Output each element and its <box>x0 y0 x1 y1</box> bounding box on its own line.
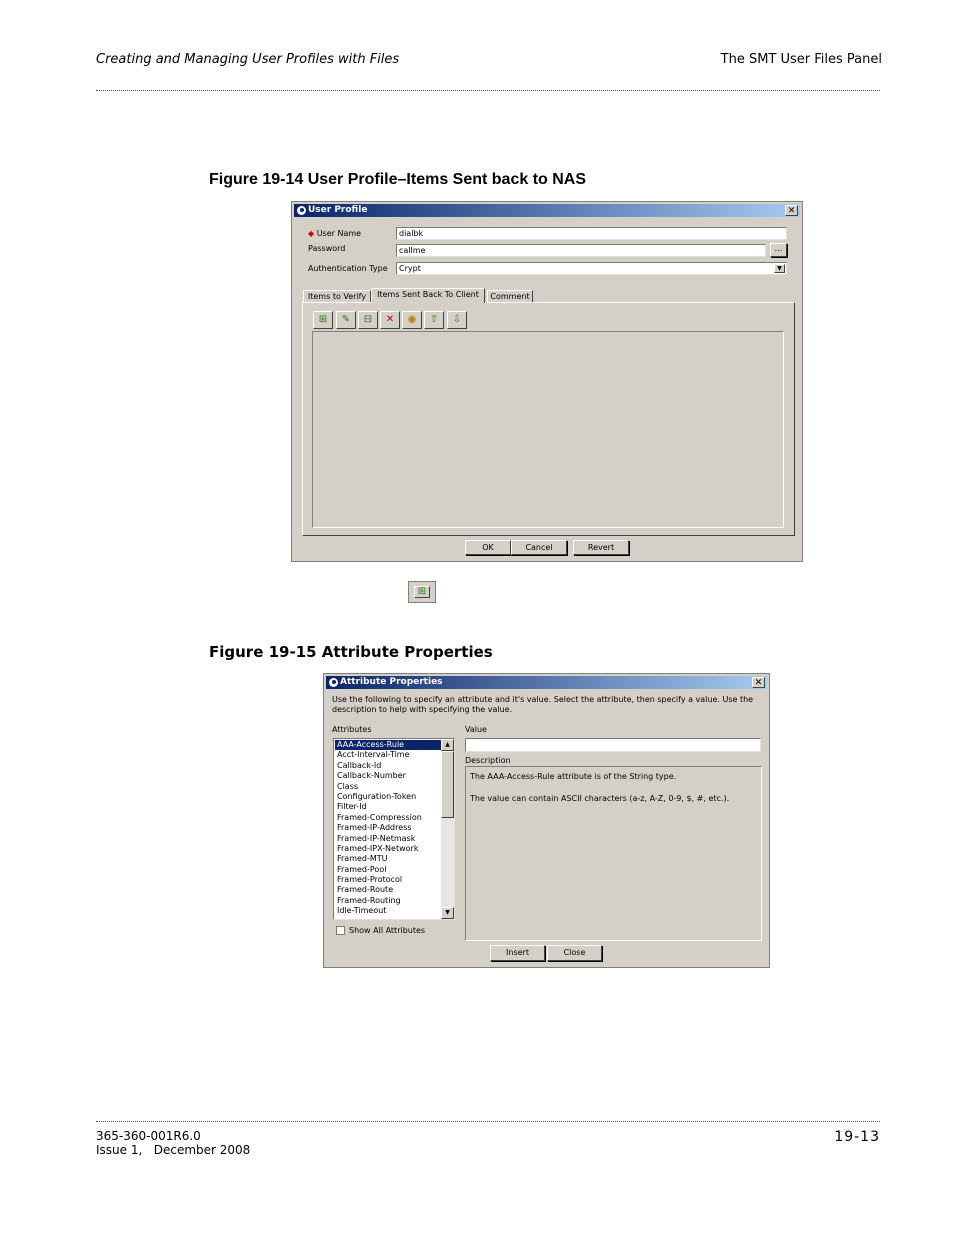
password-browse-button[interactable]: ... <box>770 243 787 257</box>
dialog-titlebar: User Profile ✕ <box>294 204 800 217</box>
move-up-icon[interactable]: ⇧ <box>424 311 444 329</box>
figure-caption: Figure 19-15 Attribute Properties <box>209 643 493 661</box>
required-icon: ◆ <box>308 229 315 238</box>
list-item[interactable]: Callback-Id <box>335 761 441 771</box>
properties-icon[interactable]: ◉ <box>402 311 422 329</box>
header-divider <box>96 90 880 91</box>
list-item[interactable]: Configuration-Token <box>335 792 441 802</box>
list-item[interactable]: Framed-Compression <box>335 813 441 823</box>
running-header-right: The SMT User Files Panel <box>720 52 882 67</box>
password-label: Password <box>308 244 346 253</box>
scroll-up-icon[interactable]: ▲ <box>441 739 454 751</box>
attributes-label: Attributes <box>332 725 372 734</box>
show-all-label: Show All Attributes <box>349 926 426 935</box>
password-field[interactable]: callme <box>396 244 766 257</box>
dialog-title: User Profile <box>308 205 368 215</box>
list-item[interactable]: Idle-Timeout <box>335 906 441 916</box>
app-icon <box>297 206 306 215</box>
list-item[interactable]: Class <box>335 782 441 792</box>
chevron-down-icon[interactable]: ▼ <box>774 264 785 273</box>
user-name-label: ◆ User Name <box>308 229 362 238</box>
remove-icon[interactable]: ⊟ <box>358 311 378 329</box>
issue-date: Issue 1, December 2008 <box>96 1143 251 1157</box>
user-profile-dialog: User Profile ✕ ◆ User Name dialbk Passwo… <box>291 201 803 562</box>
close-icon[interactable]: ✕ <box>752 677 765 688</box>
scroll-down-icon[interactable]: ▼ <box>441 907 454 919</box>
move-down-icon[interactable]: ⇩ <box>447 311 467 329</box>
figure-caption: Figure 19-14 User Profile–Items Sent bac… <box>209 171 587 188</box>
auth-type-label: Authentication Type <box>308 264 388 273</box>
delete-icon[interactable]: ✕ <box>380 311 400 329</box>
auth-type-value: Crypt <box>399 264 421 273</box>
dialog-title: Attribute Properties <box>340 677 443 687</box>
close-icon[interactable]: ✕ <box>785 205 798 216</box>
page-number: 19-13 <box>834 1129 880 1145</box>
list-item[interactable]: Framed-Protocol <box>335 875 441 885</box>
running-header-left: Creating and Managing User Profiles with… <box>96 52 400 67</box>
dialog-titlebar: Attribute Properties ✕ <box>326 676 767 689</box>
ok-button[interactable]: OK <box>465 540 511 555</box>
attributes-list[interactable]: AAA-Access-Rule Acct-Interval-Time Callbac… <box>333 738 455 920</box>
list-item[interactable]: Callback-Number <box>335 771 441 781</box>
user-name-field[interactable]: dialbk <box>396 227 787 240</box>
auth-type-select[interactable]: Crypt ▼ <box>396 262 787 275</box>
list-item[interactable]: Acct-Interval-Time <box>335 750 441 760</box>
value-label: Value <box>465 725 487 734</box>
list-item[interactable]: Framed-IP-Netmask <box>335 834 441 844</box>
list-item[interactable]: Framed-Route <box>335 885 441 895</box>
cancel-button[interactable]: Cancel <box>511 540 567 555</box>
tab-panel: ⊞ ✎ ⊟ ✕ ◉ ⇧ ⇩ <box>302 302 795 536</box>
doc-id: 365-360-001R6.0 <box>96 1129 201 1143</box>
tab-items-sent-back[interactable]: Items Sent Back To Client <box>371 288 485 303</box>
scrollbar[interactable]: ▲ ▼ <box>441 739 454 919</box>
app-icon <box>329 678 338 687</box>
list-item[interactable]: Filter-Id <box>335 802 441 812</box>
intro-text: Use the following to specify an attribut… <box>332 695 754 714</box>
value-input[interactable] <box>465 738 761 752</box>
add-icon: ⊞ <box>408 581 436 603</box>
edit-icon[interactable]: ✎ <box>336 311 356 329</box>
description-line: The value can contain ASCII characters (… <box>470 794 730 803</box>
list-item[interactable]: Framed-MTU <box>335 854 441 864</box>
description-line: The AAA-Access-Rule attribute is of the … <box>470 772 677 781</box>
footer-divider <box>96 1121 880 1122</box>
list-item[interactable]: Framed-Pool <box>335 865 441 875</box>
insert-button[interactable]: Insert <box>490 945 545 961</box>
scroll-thumb[interactable] <box>441 751 454 818</box>
list-item[interactable]: Framed-IPX-Network <box>335 844 441 854</box>
list-item[interactable]: Framed-Routing <box>335 896 441 906</box>
close-button[interactable]: Close <box>547 945 602 961</box>
description-box: The AAA-Access-Rule attribute is of the … <box>465 766 762 941</box>
description-label: Description <box>465 756 511 765</box>
show-all-checkbox[interactable] <box>336 926 345 935</box>
add-icon[interactable]: ⊞ <box>313 311 333 329</box>
list-item[interactable]: Framed-IP-Address <box>335 823 441 833</box>
list-item[interactable]: AAA-Access-Rule <box>335 740 441 751</box>
attribute-properties-dialog: Attribute Properties ✕ Use the following… <box>323 673 770 968</box>
revert-button[interactable]: Revert <box>573 540 629 555</box>
items-list-area[interactable] <box>312 331 784 528</box>
